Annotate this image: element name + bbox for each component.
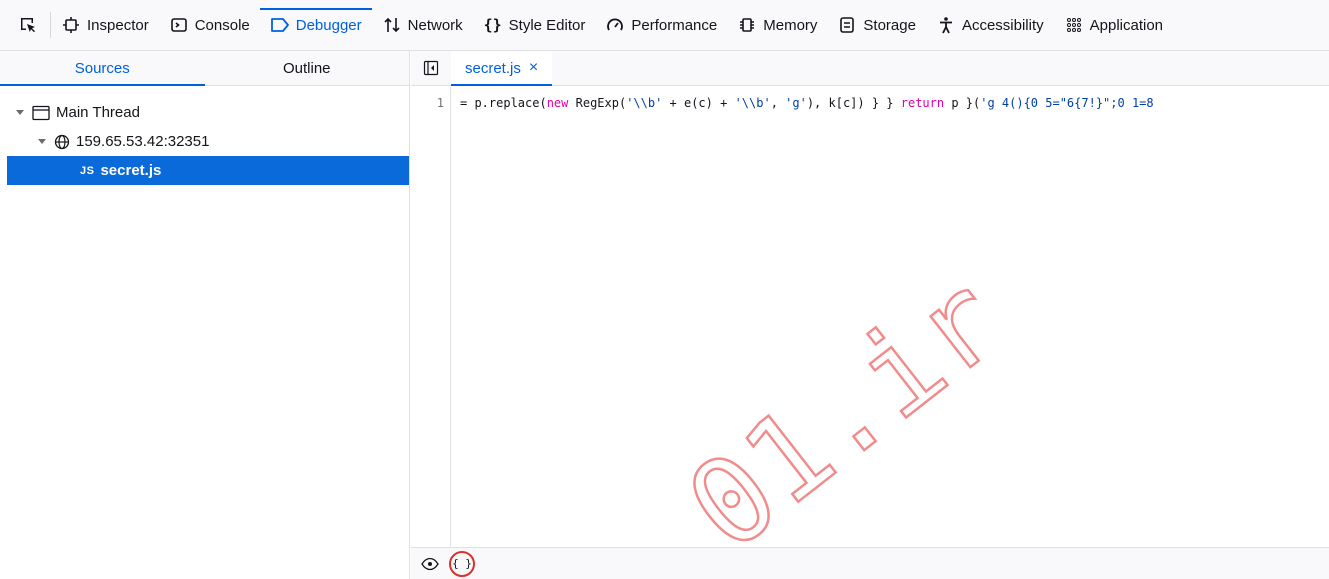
tab-sources[interactable]: Sources (0, 51, 205, 86)
tab-label: Network (407, 16, 463, 34)
storage-icon (837, 15, 857, 35)
code-string: '\\b' (734, 96, 771, 110)
tab-label: Performance (631, 16, 718, 34)
line-number: 1 (436, 96, 444, 110)
code-token: , (770, 96, 786, 110)
globe-icon (54, 134, 70, 150)
close-icon[interactable]: × (529, 59, 538, 77)
code-token: p }( (944, 96, 981, 110)
sources-pane-tabs: Sources Outline (0, 51, 409, 86)
code-editor[interactable]: 1 = p.replace(new RegExp('\\b' + e(c) + … (411, 87, 1329, 546)
tab-label: Application (1089, 16, 1164, 34)
code-token: ), k[c]) } } (806, 96, 901, 110)
eye-icon[interactable] (421, 557, 439, 571)
code-string: 'g 4(){0 5="6{7!}";0 1=8 (980, 96, 1154, 110)
sources-pane: Sources Outline Main Thread 159.65.53.42… (0, 51, 410, 579)
toggle-sidebar-button[interactable] (411, 51, 451, 85)
tab-label: Accessibility (961, 16, 1044, 34)
tree-item-host[interactable]: 159.65.53.42:32351 (0, 127, 409, 156)
line-gutter: 1 (411, 87, 451, 546)
element-picker-icon (18, 15, 38, 35)
pretty-print-button[interactable]: { } (449, 550, 475, 577)
tab-memory[interactable]: Memory (727, 0, 827, 50)
code-line[interactable]: = p.replace(new RegExp('\\b' + e(c) + '\… (460, 96, 1329, 110)
code-token: + e(c) + (662, 96, 735, 110)
editor-tabs: secret.js × (411, 51, 1329, 86)
source-tab-secret-js[interactable]: secret.js × (451, 51, 553, 86)
devtools-toolbar: Inspector Console Debugger Network {} St… (0, 0, 1329, 51)
tab-performance[interactable]: Performance (595, 0, 727, 50)
performance-icon (605, 15, 625, 35)
application-icon (1064, 15, 1084, 35)
tab-label: Console (194, 16, 250, 34)
code-string: 'g' (785, 96, 807, 110)
editor-footer: { } (411, 547, 1329, 579)
tab-label: Storage (863, 16, 916, 34)
code-string: '\\b' (626, 96, 663, 110)
element-picker-button[interactable] (8, 12, 51, 38)
code-token: = p.replace( (460, 96, 547, 110)
source-tab-label: secret.js (465, 59, 521, 77)
tab-style-editor[interactable]: {} Style Editor (473, 0, 596, 50)
source-tree: Main Thread 159.65.53.42:32351 JS secret… (0, 86, 409, 185)
tab-debugger[interactable]: Debugger (259, 0, 372, 50)
tab-accessibility[interactable]: Accessibility (926, 0, 1054, 50)
inspector-icon (61, 15, 81, 35)
js-file-icon: JS (80, 164, 95, 177)
tree-item-label: Main Thread (56, 104, 140, 121)
tab-network[interactable]: Network (372, 0, 473, 50)
code-keyword: return (900, 96, 945, 110)
console-icon (169, 15, 189, 35)
code-token: RegExp( (568, 96, 627, 110)
accessibility-icon (936, 15, 956, 35)
code-keyword: new (546, 96, 569, 110)
tree-item-main-thread[interactable]: Main Thread (0, 98, 409, 127)
tab-label: Memory (763, 16, 818, 34)
tab-label: Inspector (87, 16, 149, 34)
tree-item-label: secret.js (100, 162, 162, 179)
window-icon (32, 105, 50, 121)
tab-application[interactable]: Application (1054, 0, 1173, 50)
debugger-icon (270, 15, 290, 35)
tree-item-label: 159.65.53.42:32351 (76, 133, 210, 150)
tab-console[interactable]: Console (159, 0, 260, 50)
tree-item-secret-js[interactable]: JS secret.js (7, 156, 409, 185)
tab-label: Style Editor (508, 16, 586, 34)
tab-outline[interactable]: Outline (205, 51, 410, 85)
tab-label: Debugger (295, 16, 362, 34)
memory-icon (737, 15, 757, 35)
chevron-down-icon[interactable] (16, 110, 24, 115)
style-editor-icon: {} (483, 16, 502, 34)
chevron-down-icon[interactable] (38, 139, 46, 144)
sidebar-toggle-icon (423, 60, 439, 76)
tab-storage[interactable]: Storage (827, 0, 926, 50)
editor-pane: secret.js × 1 = p.replace(new RegExp('\\… (411, 51, 1329, 579)
network-icon (382, 15, 402, 35)
tab-inspector[interactable]: Inspector (51, 0, 159, 50)
